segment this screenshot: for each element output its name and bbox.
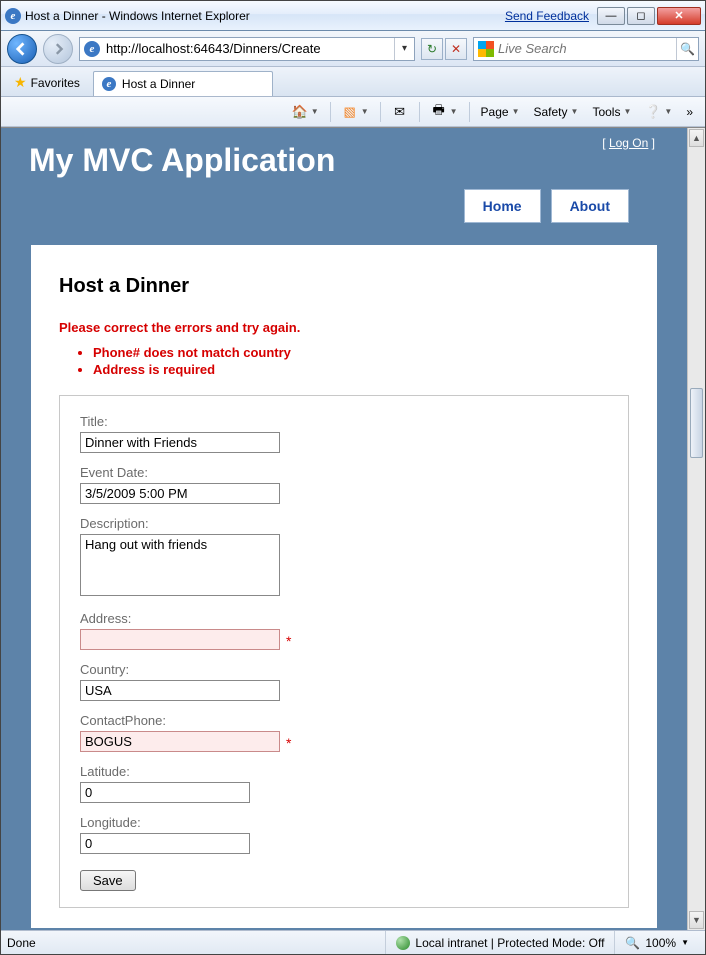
send-feedback-link[interactable]: Send Feedback xyxy=(505,9,589,23)
navigation-bar: ▾ ↻ ✕ 🔍 xyxy=(1,31,705,67)
arrow-right-icon xyxy=(52,43,64,55)
back-button[interactable] xyxy=(7,34,37,64)
description-textarea[interactable] xyxy=(80,534,280,596)
address-error-star: * xyxy=(286,633,291,649)
live-search-icon xyxy=(478,41,494,57)
eventdate-label: Event Date: xyxy=(80,465,608,480)
zoom-dropdown-icon: ▼ xyxy=(681,938,689,947)
latitude-input[interactable] xyxy=(80,782,250,803)
vertical-scrollbar[interactable]: ▲ ▼ xyxy=(687,128,705,930)
validation-error-item: Address is required xyxy=(93,362,629,377)
help-icon: ❔ xyxy=(645,104,661,120)
magnifier-icon: 🔍 xyxy=(680,42,695,56)
scroll-down-button[interactable]: ▼ xyxy=(689,911,704,929)
content-panel: Host a Dinner Please correct the errors … xyxy=(31,245,657,928)
zoom-control[interactable]: 🔍 100% ▼ xyxy=(614,931,699,954)
arrow-left-icon xyxy=(15,42,29,56)
tab-icon xyxy=(102,77,116,91)
address-dropdown[interactable]: ▾ xyxy=(394,38,414,60)
zoom-value: 100% xyxy=(645,936,676,950)
app-header: [ Log On ] My MVC Application Home About xyxy=(1,128,687,245)
search-bar[interactable]: 🔍 xyxy=(473,37,699,61)
window-title: Host a Dinner - Windows Internet Explore… xyxy=(25,9,505,23)
logon-area: [ Log On ] xyxy=(602,136,655,150)
app-title: My MVC Application xyxy=(29,142,659,179)
search-input[interactable] xyxy=(498,41,676,56)
browser-tab[interactable]: Host a Dinner xyxy=(93,71,273,96)
scroll-thumb[interactable] xyxy=(690,388,703,458)
contactphone-label: ContactPhone: xyxy=(80,713,608,728)
nav-home[interactable]: Home xyxy=(464,189,541,223)
tab-title: Host a Dinner xyxy=(122,77,195,91)
log-on-link[interactable]: Log On xyxy=(609,136,648,150)
security-zone[interactable]: Local intranet | Protected Mode: Off xyxy=(385,931,614,954)
address-input[interactable] xyxy=(104,41,394,56)
forward-button[interactable] xyxy=(43,34,73,64)
magnifier-icon: 🔍 xyxy=(625,936,640,950)
window-titlebar: Host a Dinner - Windows Internet Explore… xyxy=(1,1,705,31)
safety-menu[interactable]: Safety▼ xyxy=(528,101,585,123)
favorites-button[interactable]: ★ Favorites xyxy=(5,69,89,96)
status-bar: Done Local intranet | Protected Mode: Of… xyxy=(1,930,705,954)
description-label: Description: xyxy=(80,516,608,531)
rss-icon: ▧ xyxy=(342,104,358,120)
favorites-label: Favorites xyxy=(31,76,80,90)
page-heading: Host a Dinner xyxy=(59,275,629,298)
feeds-button[interactable]: ▧▼ xyxy=(336,100,375,124)
star-icon: ★ xyxy=(14,74,27,91)
mail-button[interactable]: ✉ xyxy=(386,100,414,124)
page-icon xyxy=(84,41,100,57)
address-label: Address: xyxy=(80,611,608,626)
chevron-right-icon: » xyxy=(686,105,693,119)
scroll-up-button[interactable]: ▲ xyxy=(689,129,704,147)
eventdate-input[interactable] xyxy=(80,483,280,504)
zone-text: Local intranet | Protected Mode: Off xyxy=(415,936,604,950)
refresh-icon: ↻ xyxy=(427,42,437,56)
home-button[interactable]: 🏠▼ xyxy=(286,100,325,124)
print-button[interactable]: 🖶▼ xyxy=(425,100,464,124)
title-label: Title: xyxy=(80,414,608,429)
mail-icon: ✉ xyxy=(392,104,408,120)
chevron-button[interactable]: » xyxy=(680,101,699,123)
save-button[interactable]: Save xyxy=(80,870,136,891)
contactphone-error-star: * xyxy=(286,735,291,751)
contactphone-input[interactable] xyxy=(80,731,280,752)
longitude-label: Longitude: xyxy=(80,815,608,830)
scroll-track[interactable] xyxy=(688,148,705,910)
minimize-button[interactable]: — xyxy=(597,7,625,25)
validation-error-item: Phone# does not match country xyxy=(93,345,629,360)
ie-icon xyxy=(5,8,21,24)
tab-row: ★ Favorites Host a Dinner xyxy=(1,67,705,97)
close-button[interactable]: ✕ xyxy=(657,7,701,25)
longitude-input[interactable] xyxy=(80,833,250,854)
maximize-button[interactable]: ◻ xyxy=(627,7,655,25)
validation-summary-message: Please correct the errors and try again. xyxy=(59,320,629,335)
print-icon: 🖶 xyxy=(431,104,447,120)
refresh-button[interactable]: ↻ xyxy=(421,38,443,60)
nav-about[interactable]: About xyxy=(551,189,629,223)
tools-menu[interactable]: Tools▼ xyxy=(586,101,637,123)
search-button[interactable]: 🔍 xyxy=(676,38,698,60)
command-bar: 🏠▼ ▧▼ ✉ 🖶▼ Page▼ Safety▼ Tools▼ ❔▼ » xyxy=(1,97,705,127)
page-menu[interactable]: Page▼ xyxy=(475,101,526,123)
address-bar[interactable]: ▾ xyxy=(79,37,415,61)
form-fieldset: Title: Event Date: Description: Address:… xyxy=(59,395,629,908)
home-icon: 🏠 xyxy=(292,104,308,120)
latitude-label: Latitude: xyxy=(80,764,608,779)
stop-icon: ✕ xyxy=(451,42,461,56)
browser-viewport: [ Log On ] My MVC Application Home About… xyxy=(1,127,705,930)
stop-button[interactable]: ✕ xyxy=(445,38,467,60)
address-input[interactable] xyxy=(80,629,280,650)
help-button[interactable]: ❔▼ xyxy=(639,100,678,124)
title-input[interactable] xyxy=(80,432,280,453)
globe-icon xyxy=(396,936,410,950)
country-label: Country: xyxy=(80,662,608,677)
validation-summary: Please correct the errors and try again.… xyxy=(59,320,629,377)
status-text: Done xyxy=(7,936,385,950)
country-input[interactable] xyxy=(80,680,280,701)
